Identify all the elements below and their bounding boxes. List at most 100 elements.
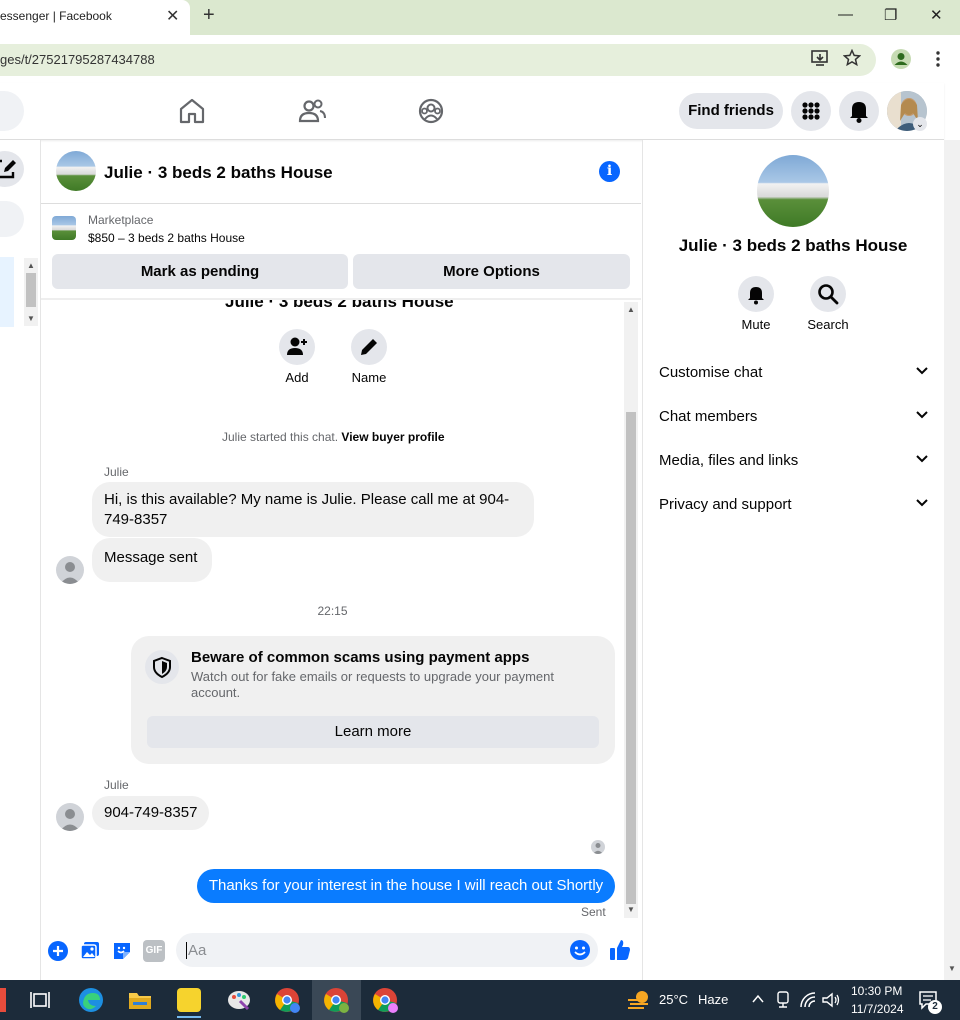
install-app-icon[interactable]: [810, 49, 830, 67]
chat-started-notice: Julie started this chat. View buyer prof…: [222, 430, 445, 444]
minimize-icon[interactable]: —: [838, 6, 853, 23]
bell-icon: [850, 102, 868, 123]
new-tab-icon[interactable]: +: [203, 4, 215, 27]
sticky-notes-icon[interactable]: [177, 988, 201, 1012]
sender-name: Julie: [104, 778, 129, 792]
privacy-support-row[interactable]: Privacy and support: [659, 496, 929, 520]
add-people-button[interactable]: [279, 329, 315, 365]
sticker-icon[interactable]: [111, 940, 133, 962]
add-label: Add: [285, 370, 309, 385]
profile-icon[interactable]: [890, 48, 912, 70]
row-label: Chat members: [659, 408, 758, 425]
chat-list-scrollbar[interactable]: ▲ ▼: [24, 258, 38, 326]
clock-time[interactable]: 10:30 PM: [851, 984, 902, 998]
message-input-placeholder: Aa: [188, 942, 207, 959]
weather-desc[interactable]: Haze: [698, 992, 728, 1007]
gif-icon[interactable]: GIF: [143, 940, 165, 962]
notification-count-badge: 2: [928, 1000, 942, 1014]
chevron-down-icon: [916, 499, 928, 507]
open-app-indicator: [177, 1016, 201, 1018]
view-buyer-profile-link[interactable]: View buyer profile: [341, 430, 444, 444]
plus-circle-icon[interactable]: [47, 940, 69, 962]
network-icon[interactable]: [799, 991, 817, 1009]
search-icon: [818, 284, 839, 305]
clock-date[interactable]: 11/7/2024: [851, 1002, 904, 1016]
listing-price-title[interactable]: $850 – 3 beds 2 baths House: [88, 231, 245, 245]
name-chat-button[interactable]: [351, 329, 387, 365]
info-icon[interactable]: i: [599, 161, 620, 182]
marketplace-label: Marketplace: [88, 213, 154, 227]
name-label: Name: [351, 370, 387, 385]
tab-title: essenger | Facebook: [0, 9, 112, 23]
learn-more-button[interactable]: Learn more: [147, 716, 599, 748]
listing-thumbnail[interactable]: [52, 216, 76, 240]
meet-now-icon[interactable]: [775, 991, 791, 1009]
groups-icon[interactable]: [416, 97, 446, 125]
chrome-icon[interactable]: [323, 987, 349, 1013]
default-user-icon: [60, 562, 80, 584]
chat-house-avatar[interactable]: [56, 151, 96, 191]
friends-icon[interactable]: [297, 97, 327, 125]
home-icon[interactable]: [177, 97, 207, 125]
sender-avatar[interactable]: [56, 803, 84, 831]
incoming-message[interactable]: 904-749-8357: [92, 796, 209, 830]
thread-intro-title: Julie · 3 beds 2 baths House: [225, 292, 454, 311]
sender-avatar[interactable]: [56, 556, 84, 584]
more-options-button[interactable]: More Options: [353, 254, 630, 289]
messages-scroll-thumb[interactable]: [626, 412, 636, 904]
chrome-profile-b-icon[interactable]: [372, 987, 398, 1013]
start-button-edge[interactable]: [0, 988, 6, 1012]
pencil-icon: [361, 339, 377, 355]
chrome-profile-a-icon[interactable]: [274, 987, 300, 1013]
browser-menu-icon[interactable]: [934, 50, 942, 68]
notifications-button[interactable]: [839, 91, 879, 131]
mark-as-pending-button[interactable]: Mark as pending: [52, 254, 348, 289]
selected-chat-item[interactable]: [0, 257, 14, 327]
sender-name: Julie: [104, 465, 129, 479]
media-files-links-row[interactable]: Media, files and links: [659, 452, 929, 476]
scam-warning-text: Watch out for fake emails or requests to…: [191, 669, 554, 700]
message-input[interactable]: [176, 933, 598, 967]
photo-icon[interactable]: [79, 940, 101, 962]
bookmark-star-icon[interactable]: [843, 49, 861, 67]
outgoing-message[interactable]: Thanks for your interest in the house I …: [197, 869, 615, 903]
grid-menu-icon: [802, 102, 820, 120]
incoming-message[interactable]: Message sent: [92, 538, 212, 582]
window-close-icon[interactable]: ✕: [930, 6, 943, 24]
chevron-up-icon[interactable]: [751, 993, 765, 1005]
chat-started-text: Julie started this chat.: [222, 430, 339, 444]
url-text[interactable]: ges/t/27521795287434788: [0, 52, 155, 67]
row-label: Media, files and links: [659, 452, 799, 469]
menu-button[interactable]: [791, 91, 831, 131]
message-timestamp: 22:15: [317, 604, 348, 618]
file-explorer-icon[interactable]: [127, 988, 153, 1012]
shield-glyph: [153, 656, 171, 679]
search-label: Search: [807, 317, 849, 332]
tab-close-icon[interactable]: ✕: [166, 6, 179, 26]
add-person-icon: [287, 337, 307, 355]
volume-icon[interactable]: [821, 991, 841, 1009]
account-chevron-icon[interactable]: ⌄: [913, 117, 927, 131]
mute-button[interactable]: [738, 276, 774, 312]
new-message-button[interactable]: [0, 151, 24, 187]
search-chat-button[interactable]: [810, 276, 846, 312]
chat-members-row[interactable]: Chat members: [659, 408, 929, 432]
incoming-message[interactable]: Hi, is this available? My name is Julie.…: [92, 482, 534, 537]
task-view-icon[interactable]: [29, 989, 51, 1011]
maximize-icon[interactable]: ❐: [884, 6, 897, 24]
find-friends-button[interactable]: Find friends: [679, 93, 783, 129]
like-thumb-icon[interactable]: [609, 938, 631, 962]
emoji-icon[interactable]: [569, 939, 591, 961]
paint-icon[interactable]: [226, 987, 252, 1013]
weather-haze-icon[interactable]: [626, 988, 652, 1012]
default-user-icon: [60, 809, 80, 831]
chevron-down-icon: [916, 367, 928, 375]
action-bar-divider: [41, 298, 641, 300]
page-scrollbar[interactable]: ▼: [944, 140, 960, 980]
chat-profile-photo[interactable]: [757, 155, 829, 227]
customise-chat-row[interactable]: Customise chat: [659, 364, 929, 388]
chat-title[interactable]: Julie · 3 beds 2 baths House: [104, 163, 333, 183]
edge-browser-icon[interactable]: [78, 987, 104, 1013]
shield-icon: [145, 650, 179, 684]
weather-temp[interactable]: 25°C: [659, 992, 688, 1007]
